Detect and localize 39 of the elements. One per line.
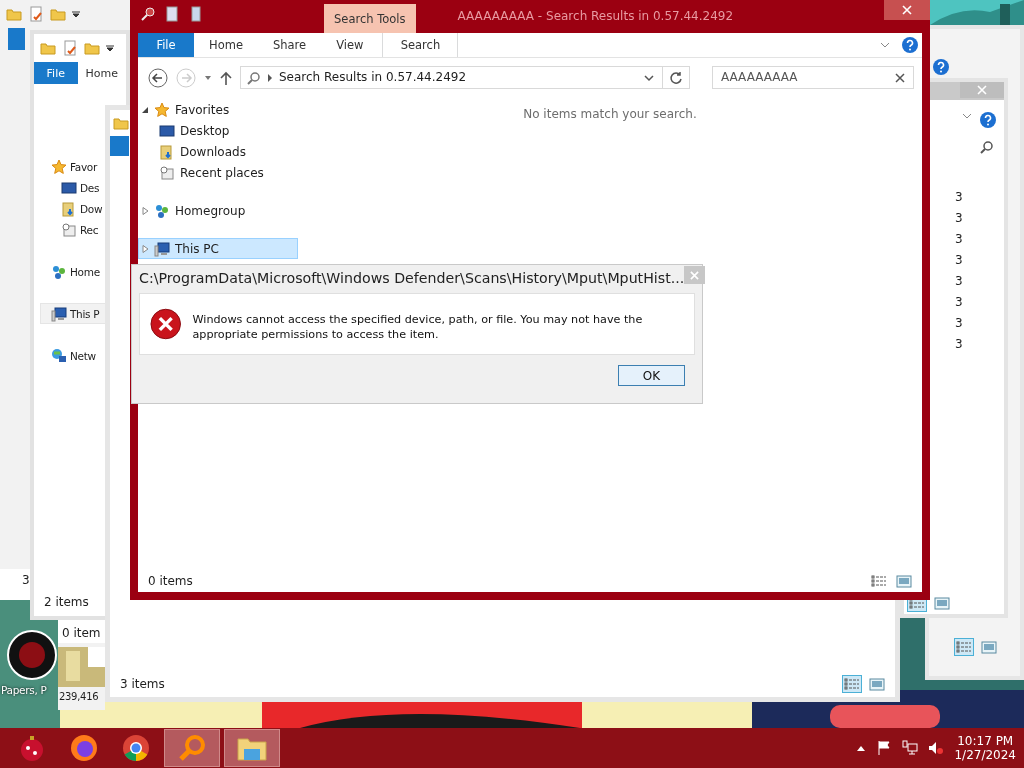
nav-item[interactable]: This PC — [175, 241, 219, 256]
nav-item[interactable]: Home — [70, 265, 100, 278]
nav-item[interactable]: Desktop — [180, 123, 230, 138]
table-cell-text: 3 — [955, 295, 964, 311]
ribbon-tab[interactable]: Share — [257, 33, 322, 57]
address-bar[interactable]: Search Results in 0.57.44.2492 — [240, 66, 690, 89]
dialog-title: C:\ProgramData\Microsoft\Windows Defender\Scans\History\Mput\MputHist... — [139, 270, 685, 288]
nav-item[interactable]: Netw — [70, 349, 96, 362]
clock-date[interactable]: 1/27/2024 — [954, 748, 1016, 763]
table-cell-text: 3 — [955, 253, 964, 269]
status-text: 3 — [22, 573, 30, 587]
ribbon-tab[interactable]: Home — [194, 33, 258, 57]
nav-item[interactable]: Recent places — [180, 165, 264, 180]
file-tab[interactable]: File — [138, 33, 194, 57]
ribbon-tab[interactable]: Search — [382, 33, 459, 57]
nav-item[interactable]: Homegroup — [175, 203, 246, 218]
nav-item[interactable]: Dow — [80, 202, 103, 215]
contextual-tab-header: Search Tools — [324, 4, 416, 33]
ribbon-tab[interactable]: Home — [77, 62, 126, 84]
table-cell-text: 3 — [955, 190, 964, 206]
clock-time[interactable]: 10:17 PM — [957, 733, 1014, 748]
table-cell-text: 3 — [955, 274, 964, 290]
file-tab[interactable]: File — [34, 62, 78, 84]
window-title: AAAAAAAAA - Search Results in 0.57.44.2492 — [457, 9, 734, 23]
search-field[interactable]: AAAAAAAAA — [712, 66, 914, 89]
table-cell-text: 3 — [955, 211, 964, 227]
table-cell-text: 3 — [955, 232, 964, 248]
table-cell-text: 3 — [955, 337, 964, 353]
nav-item[interactable]: Downloads — [180, 144, 246, 159]
table-cell-text: 3 — [955, 316, 964, 332]
ribbon-tab[interactable]: View — [321, 33, 379, 57]
nav-item[interactable]: Favorites — [175, 102, 230, 117]
status-text: 0 items — [148, 573, 193, 589]
nav-item[interactable]: Des — [80, 181, 100, 194]
empty-message: No items match your search. — [523, 107, 697, 122]
nav-item[interactable]: Favor — [70, 160, 97, 173]
nav-item[interactable]: Rec — [80, 223, 99, 236]
ok-button[interactable]: OK — [618, 365, 685, 386]
error-message: Windows cannot access the specified device, path, or file. You may not have the appropriate permissions to access the item. — [192, 312, 644, 342]
